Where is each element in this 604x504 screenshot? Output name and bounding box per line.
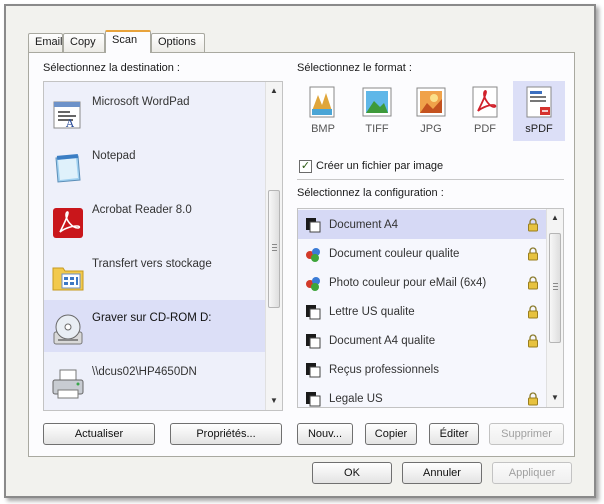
printer-icon: [50, 366, 86, 402]
config-item-document-a4[interactable]: Document A4: [298, 210, 547, 239]
format-spdf[interactable]: sPDF: [513, 81, 565, 141]
configuration-list[interactable]: Document A4 Document couleur qualite Pho…: [297, 208, 564, 408]
destination-item-notepad[interactable]: Notepad: [44, 138, 265, 190]
one-file-per-image-checkbox[interactable]: ✓: [299, 160, 312, 173]
format-label-text: sPDF: [525, 123, 553, 135]
scroll-down-arrow-icon[interactable]: ▼: [547, 391, 563, 405]
cancel-button[interactable]: Annuler: [402, 462, 482, 484]
new-button[interactable]: Nouv...: [297, 423, 353, 445]
format-label-text: JPG: [420, 123, 442, 135]
destination-item-cd-burn[interactable]: Graver sur CD-ROM D:: [44, 300, 265, 352]
dialog-window: Email Copy Scan Options Sélectionnez la …: [4, 4, 596, 498]
config-item-legale-us[interactable]: Legale US: [298, 384, 547, 407]
destination-item-label: Transfert vers stockage: [92, 258, 212, 270]
bw-doc-icon: [305, 304, 321, 320]
destination-item-label: Acrobat Reader 8.0: [92, 204, 192, 216]
scan-panel: Sélectionnez la destination : A Microsof…: [28, 52, 575, 457]
config-item-label: Photo couleur pour eMail (6x4): [329, 276, 487, 289]
lock-icon: [527, 275, 539, 290]
lock-icon: [527, 246, 539, 261]
config-item-photo-couleur[interactable]: Photo couleur pour eMail (6x4): [298, 268, 547, 297]
lock-icon: [527, 304, 539, 319]
bmp-icon: [304, 85, 342, 119]
copy-button[interactable]: Copier: [365, 423, 417, 445]
destination-item-wordpad[interactable]: A Microsoft WordPad: [44, 84, 265, 136]
configuration-scrollbar[interactable]: ▲ ▼: [546, 209, 563, 407]
scroll-up-arrow-icon[interactable]: ▲: [547, 211, 563, 225]
config-item-label: Legale US: [329, 392, 383, 405]
format-label-text: TIFF: [365, 123, 389, 135]
config-item-document-couleur-qualite[interactable]: Document couleur qualite: [298, 239, 547, 268]
refresh-button[interactable]: Actualiser: [43, 423, 155, 445]
configuration-label: Sélectionnez la configuration :: [297, 187, 444, 199]
pdf-icon: [466, 85, 504, 119]
scroll-thumb[interactable]: [268, 190, 280, 308]
destination-item-label: Microsoft WordPad: [92, 96, 190, 108]
acrobat-icon: [50, 204, 86, 240]
spdf-icon: [520, 85, 558, 119]
tab-options[interactable]: Options: [151, 33, 205, 52]
bw-doc-icon: [305, 333, 321, 349]
bw-doc-icon: [305, 391, 321, 407]
jpg-icon: [412, 85, 450, 119]
cd-burn-icon: [50, 312, 86, 348]
format-row: BMP TIFF JPG PDF sPDF: [297, 81, 567, 141]
lock-icon: [527, 333, 539, 348]
config-item-document-a4-qualite[interactable]: Document A4 qualite: [298, 326, 547, 355]
storage-folder-icon: [50, 258, 86, 294]
one-file-per-image-label: Créer un fichier par image: [316, 160, 444, 172]
svg-text:A: A: [65, 117, 75, 130]
config-item-label: Document A4 qualite: [329, 334, 436, 347]
format-tiff[interactable]: TIFF: [351, 81, 403, 141]
destination-item-label: Graver sur CD-ROM D:: [92, 312, 212, 324]
properties-button[interactable]: Propriétés...: [170, 423, 282, 445]
destination-list[interactable]: A Microsoft WordPad Notepad Acrobat Read…: [43, 81, 283, 411]
tiff-icon: [358, 85, 396, 119]
config-item-label: Document A4: [329, 218, 399, 231]
color-doc-icon: [305, 246, 321, 262]
config-item-recus-professionnels[interactable]: Reçus professionnels: [298, 355, 547, 384]
config-item-lettre-us-qualite[interactable]: Lettre US qualite: [298, 297, 547, 326]
bw-doc-icon: [305, 217, 321, 233]
edit-button[interactable]: Éditer: [429, 423, 479, 445]
tab-email[interactable]: Email: [28, 33, 63, 52]
apply-button[interactable]: Appliquer: [492, 462, 572, 484]
tab-copy[interactable]: Copy: [63, 33, 105, 52]
notepad-icon: [50, 150, 86, 186]
destination-scrollbar[interactable]: ▲ ▼: [265, 82, 282, 410]
config-item-label: Reçus professionnels: [329, 363, 439, 376]
format-label-text: PDF: [474, 123, 496, 135]
tab-scan[interactable]: Scan: [105, 30, 151, 53]
config-item-label: Document couleur qualite: [329, 247, 460, 260]
format-label-text: BMP: [311, 123, 335, 135]
destination-item-label: \\dcus02\HP4650DN: [92, 366, 197, 378]
format-bmp[interactable]: BMP: [297, 81, 349, 141]
wordpad-icon: A: [50, 96, 86, 132]
divider: [297, 179, 564, 180]
destination-item-storage[interactable]: Transfert vers stockage: [44, 246, 265, 298]
destination-item-acrobat[interactable]: Acrobat Reader 8.0: [44, 192, 265, 244]
lock-icon: [527, 217, 539, 232]
scroll-down-arrow-icon[interactable]: ▼: [266, 394, 282, 408]
ok-button[interactable]: OK: [312, 462, 392, 484]
bw-doc-icon: [305, 362, 321, 378]
format-jpg[interactable]: JPG: [405, 81, 457, 141]
scroll-thumb[interactable]: [549, 233, 561, 343]
delete-button[interactable]: Supprimer: [489, 423, 564, 445]
config-item-label: Lettre US qualite: [329, 305, 415, 318]
destination-label: Sélectionnez la destination :: [43, 62, 180, 74]
lock-icon: [527, 391, 539, 406]
destination-item-printer[interactable]: \\dcus02\HP4650DN: [44, 354, 265, 406]
color-doc-icon: [305, 275, 321, 291]
format-pdf[interactable]: PDF: [459, 81, 511, 141]
scroll-up-arrow-icon[interactable]: ▲: [266, 84, 282, 98]
format-label: Sélectionnez le format :: [297, 62, 412, 74]
destination-item-label: Notepad: [92, 150, 136, 162]
